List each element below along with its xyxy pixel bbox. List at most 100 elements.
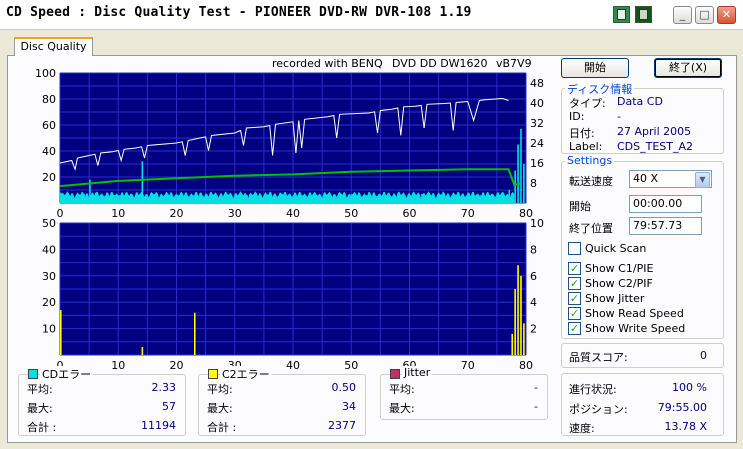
end-position-input[interactable]: 79:57.73 xyxy=(629,217,702,235)
c2-error-title: C2エラー xyxy=(220,366,272,382)
top-chart-x-tick-label: 30 xyxy=(228,207,242,220)
cd-max-label: 最大: xyxy=(27,402,53,415)
bottom-chart-x-tick-label: 80 xyxy=(519,359,533,372)
bottom-chart-y-right-tick-label: 2 xyxy=(530,323,537,336)
bottom-chart-x-tick-label: 20 xyxy=(170,359,184,372)
bottom-chart-bar xyxy=(514,289,516,355)
stop-button[interactable]: 終了(X) xyxy=(654,58,722,78)
top-chart-y-right-tick-label: 32 xyxy=(530,117,544,130)
speed-readout-value: 13.78 X xyxy=(664,420,707,433)
top-chart-x-tick-label: 70 xyxy=(461,207,475,220)
show-c1-pie-checkbox[interactable]: ✓ xyxy=(568,262,581,275)
show-c2-pif-label[interactable]: Show C2/PIF xyxy=(585,277,653,290)
bottom-chart-bar xyxy=(517,265,519,355)
tab-disc-quality[interactable]: Disc Quality xyxy=(14,37,93,56)
top-chart-y-right-tick-label: 24 xyxy=(530,137,544,150)
top-chart-bar xyxy=(514,170,516,203)
top-chart-x-tick-label: 10 xyxy=(111,207,125,220)
top-chart-y-left-tick-label: 40 xyxy=(42,145,56,158)
cd-max-value: 57 xyxy=(162,400,176,413)
top-chart-x-tick-label: 40 xyxy=(286,207,300,220)
speed-select[interactable]: 40 X ▼ xyxy=(629,170,712,188)
speed-readout-label: 速度: xyxy=(569,422,595,435)
quick-scan-checkbox[interactable] xyxy=(568,242,581,255)
speed-select-value: 40 X xyxy=(633,172,659,185)
c2-max-label: 最大: xyxy=(207,402,233,415)
jitter-avg-value: - xyxy=(534,381,538,394)
progress-label: 進行状況: xyxy=(569,383,617,396)
cd-total-label: 合計 : xyxy=(27,421,57,434)
c2-error-swatch xyxy=(208,369,218,379)
show-read-speed-checkbox[interactable]: ✓ xyxy=(568,307,581,320)
bottom-chart-y-left-tick-label: 20 xyxy=(42,296,56,309)
bottom-chart-bar xyxy=(511,333,514,355)
show-jitter-checkbox[interactable]: ✓ xyxy=(568,292,581,305)
cd-error-swatch xyxy=(28,369,38,379)
start-position-input[interactable]: 00:00.00 xyxy=(629,195,702,213)
bottom-chart-bar xyxy=(523,323,525,355)
bottom-chart-y-right-tick-label: 10 xyxy=(530,217,544,230)
speed-label: 転送速度 xyxy=(569,175,613,188)
disc-label-value: CDS_TEST_A2 xyxy=(617,140,694,153)
top-chart-y-right-tick-label: 40 xyxy=(530,97,544,110)
top-chart-y-left-tick-label: 100 xyxy=(35,67,56,80)
top-chart-x-tick-label: 0 xyxy=(57,207,64,220)
top-chart-y-right-tick-label: 48 xyxy=(530,77,544,90)
top-chart-bar xyxy=(523,164,525,203)
bottom-chart-y-left-tick-label: 10 xyxy=(42,323,56,336)
settings-title: Settings xyxy=(565,154,615,167)
end-position-label: 終了位置 xyxy=(569,222,613,235)
bottom-chart-y-right-tick-label: 8 xyxy=(530,243,537,256)
cd-avg-label: 平均: xyxy=(27,383,53,396)
bottom-chart-y-right-tick-label: 6 xyxy=(530,270,537,283)
disc-label-label: Label: xyxy=(569,140,603,153)
bottom-chart-y-left-tick-label: 50 xyxy=(42,217,56,230)
c2-total-label: 合計 : xyxy=(207,421,237,434)
jitter-swatch xyxy=(390,369,400,379)
c2-total-value: 2377 xyxy=(328,419,356,432)
disc-type-value: Data CD xyxy=(617,95,663,108)
bottom-chart-y-left-tick-label: 40 xyxy=(42,243,56,256)
show-c2-pif-checkbox[interactable]: ✓ xyxy=(568,277,581,290)
top-chart-y-left-tick-label: 60 xyxy=(42,119,56,132)
show-c1-pie-label[interactable]: Show C1/PIE xyxy=(585,262,653,275)
bottom-chart-bar xyxy=(193,312,196,355)
c2-avg-value: 0.50 xyxy=(331,381,357,394)
bottom-chart-y-right-tick-label: 4 xyxy=(530,296,537,309)
jitter-avg-label: 平均: xyxy=(389,383,415,396)
bottom-chart-y-left-tick-label: 30 xyxy=(42,270,56,283)
cd-avg-value: 2.33 xyxy=(151,381,177,394)
show-write-speed-checkbox[interactable]: ✓ xyxy=(568,322,581,335)
top-chart-bar xyxy=(517,144,519,203)
show-jitter-label[interactable]: Show Jitter xyxy=(585,292,644,305)
top-chart-y-right-tick-label: 16 xyxy=(530,157,544,170)
progress-value: 100 % xyxy=(672,381,707,394)
bottom-chart-bar xyxy=(520,275,522,355)
jitter-max-label: 最大: xyxy=(389,402,415,415)
top-chart-y-left-tick-label: 20 xyxy=(42,171,56,184)
bottom-chart-x-tick-label: 50 xyxy=(344,359,358,372)
jitter-title: Jitter xyxy=(402,366,433,379)
top-chart-y-left-tick-label: 80 xyxy=(42,93,56,106)
position-label: ポジション: xyxy=(569,403,628,416)
top-chart-bar xyxy=(520,128,522,203)
top-chart-y-right-tick-label: 8 xyxy=(530,177,537,190)
disc-id-value: - xyxy=(617,110,621,123)
bottom-chart-x-tick-label: 10 xyxy=(111,359,125,372)
bottom-chart-x-tick-label: 70 xyxy=(461,359,475,372)
show-write-speed-label[interactable]: Show Write Speed xyxy=(585,322,685,335)
disc-type-label: タイプ: xyxy=(569,97,606,110)
start-button[interactable]: 開始 xyxy=(561,58,629,78)
bottom-chart-bar xyxy=(141,347,144,355)
disc-date-value: 27 April 2005 xyxy=(617,125,692,138)
quality-score-value: 0 xyxy=(700,349,707,362)
show-read-speed-label[interactable]: Show Read Speed xyxy=(585,307,684,320)
chevron-down-icon[interactable]: ▼ xyxy=(695,172,710,188)
disc-date-label: 日付: xyxy=(569,127,595,140)
quick-scan-label[interactable]: Quick Scan xyxy=(585,242,646,255)
disc-id-label: ID: xyxy=(569,110,585,123)
top-chart-x-tick-label: 50 xyxy=(344,207,358,220)
c2-avg-label: 平均: xyxy=(207,383,233,396)
c2-max-value: 34 xyxy=(342,400,356,413)
bottom-chart-x-tick-label: 40 xyxy=(286,359,300,372)
